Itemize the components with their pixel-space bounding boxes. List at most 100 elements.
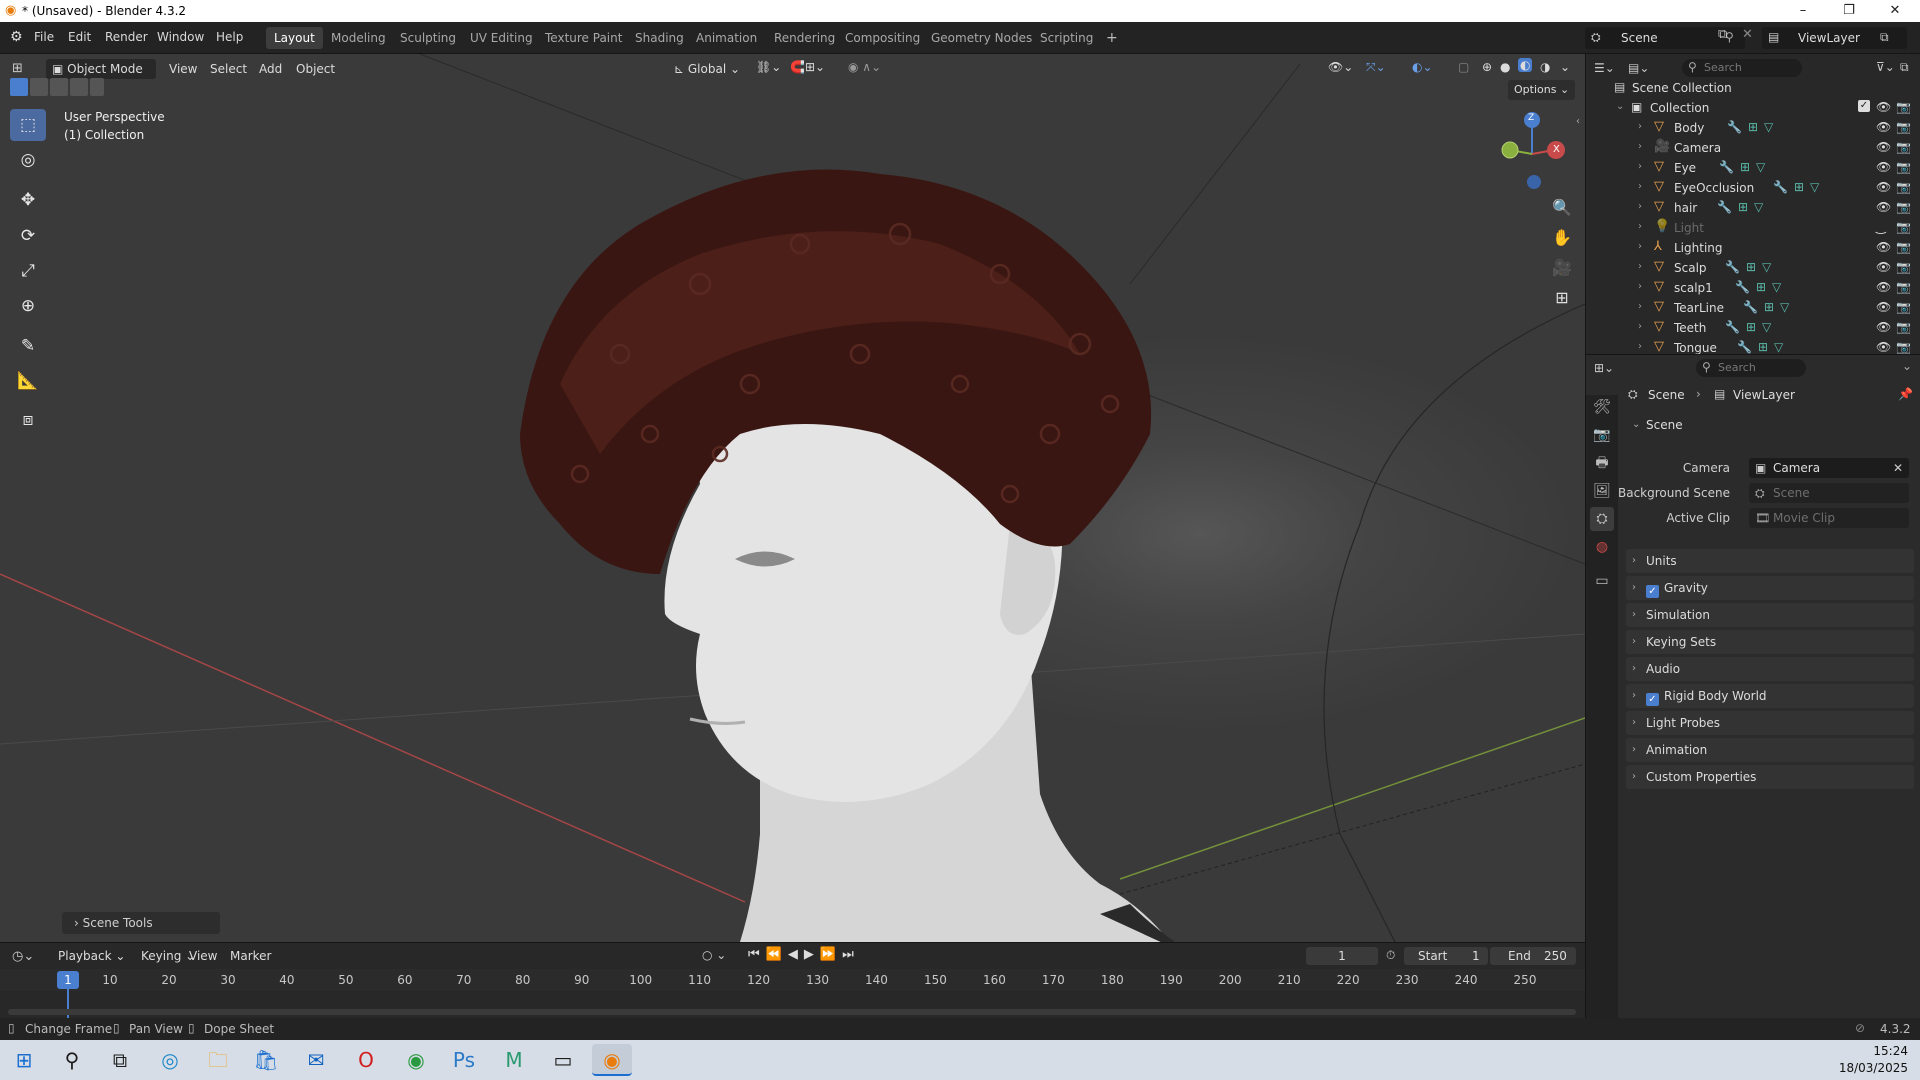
scene-tools-panel[interactable]: › Scene Tools: [62, 912, 220, 934]
outliner-row-body[interactable]: › ▽ Body 👁 📷 🔧⊞▽: [1586, 118, 1920, 138]
select-box-tool[interactable]: ⬚: [10, 109, 46, 141]
chevron-right-icon[interactable]: ›: [1638, 141, 1642, 152]
solid-shading-icon[interactable]: ●: [1500, 60, 1510, 74]
outliner-editor-icon[interactable]: ☰⌄: [1594, 61, 1615, 75]
options-dropdown[interactable]: Options ⌄: [1508, 80, 1576, 100]
scene-tab[interactable]: ⛭: [1590, 507, 1614, 531]
gizmo-toggle-icon[interactable]: ⤧⌄: [1366, 60, 1386, 75]
editor-type-icon[interactable]: ⊞: [12, 61, 23, 76]
close-button[interactable]: ✕: [1872, 0, 1918, 22]
menu-render[interactable]: Render: [105, 30, 148, 44]
perspective-toggle-button[interactable]: ⊞: [1548, 284, 1576, 312]
menu-edit[interactable]: Edit: [68, 30, 91, 44]
windows-start-button[interactable]: ⊞: [4, 1044, 44, 1076]
opera-taskbar-button[interactable]: O: [346, 1044, 386, 1076]
eye-icon[interactable]: 👁: [1876, 340, 1891, 354]
chrome-taskbar-button[interactable]: ◉: [396, 1044, 436, 1076]
modifier-icons[interactable]: 🔧⊞▽: [1773, 180, 1825, 194]
scale-tool[interactable]: ⤢: [10, 255, 46, 287]
modifier-icons[interactable]: 🔧⊞▽: [1737, 340, 1789, 354]
properties-options-icon[interactable]: ⌄: [1902, 359, 1912, 373]
outliner-row-light[interactable]: › 💡 Light ‿ 📷: [1586, 218, 1920, 238]
auto-keying-icon[interactable]: ○ ⌄: [702, 948, 726, 962]
eye-icon[interactable]: 👁: [1876, 260, 1891, 274]
modifier-icons[interactable]: 🔧⊞▽: [1743, 300, 1795, 314]
outlook-taskbar-button[interactable]: ✉: [296, 1044, 336, 1076]
eye-icon[interactable]: 👁: [1876, 320, 1891, 334]
render-camera-icon[interactable]: 📷: [1896, 320, 1911, 334]
render-camera-icon[interactable]: 📷: [1896, 200, 1911, 214]
chevron-right-icon[interactable]: ›: [1638, 341, 1642, 352]
outliner-row-hair[interactable]: › ▽ hair 👁 📷 🔧⊞▽: [1586, 198, 1920, 218]
minimize-button[interactable]: –: [1780, 0, 1826, 22]
collection-row[interactable]: ⌄ ▣ Collection ✓ 👁 📷: [1586, 98, 1920, 118]
panel-simulation[interactable]: › Simulation: [1626, 603, 1914, 627]
timeline-editor[interactable]: ◷⌄ Playback ⌄ Keying ⌄ View Marker ○ ⌄ ⏮…: [0, 942, 1585, 1031]
outliner-row-scalp1[interactable]: › ▽ scalp1 👁 📷 🔧⊞▽: [1586, 278, 1920, 298]
render-tab[interactable]: 📷: [1590, 423, 1614, 447]
eye-icon[interactable]: 👁: [1876, 180, 1891, 194]
playback-controls[interactable]: ⏮⏪◀▶⏩⏭: [748, 947, 860, 962]
active-clip-field[interactable]: 🎞 Movie Clip: [1749, 508, 1909, 528]
taskbar-search-button[interactable]: ⚲: [52, 1044, 92, 1076]
select-subtract-icon[interactable]: [50, 78, 68, 96]
blender-taskbar-button[interactable]: ◉: [592, 1044, 632, 1076]
select-intersect-icon[interactable]: [90, 78, 104, 96]
render-camera-icon[interactable]: 📷: [1896, 100, 1911, 114]
eye-icon[interactable]: 👁: [1876, 160, 1891, 174]
task-view-button[interactable]: ⧉: [100, 1044, 140, 1076]
collection-exclude-checkbox[interactable]: ✓: [1858, 100, 1870, 112]
explorer-taskbar-button[interactable]: 🗀: [198, 1044, 238, 1076]
chevron-right-icon[interactable]: ›: [1638, 241, 1642, 252]
material-shading-icon[interactable]: ◐: [1518, 58, 1533, 72]
chevron-right-icon[interactable]: ›: [1638, 261, 1642, 272]
blender-menu-icon[interactable]: ⚙: [10, 29, 23, 45]
viewport-menu-object[interactable]: Object: [296, 62, 335, 76]
properties-editor-icon[interactable]: ⊞⌄: [1594, 361, 1614, 375]
camera-field[interactable]: ▣ Camera ✕: [1749, 458, 1909, 478]
scene-panel-header[interactable]: ⌄ Scene: [1626, 413, 1916, 437]
render-camera-icon[interactable]: 📷: [1896, 180, 1911, 194]
app-taskbar-button[interactable]: ▭: [543, 1044, 583, 1076]
cursor-tool[interactable]: ◎: [10, 144, 46, 176]
overlays-toggle-icon[interactable]: ◐⌄: [1412, 60, 1433, 74]
playhead-frame-marker[interactable]: 1: [57, 971, 79, 989]
render-camera-icon[interactable]: 📷: [1896, 120, 1911, 134]
wireframe-shading-icon[interactable]: ⊕: [1482, 60, 1492, 74]
system-clock[interactable]: 15:24 18/03/2025: [1839, 1043, 1908, 1077]
modifier-icons[interactable]: 🔧⊞▽: [1717, 200, 1769, 214]
chevron-right-icon[interactable]: ›: [1638, 181, 1642, 192]
render-camera-icon[interactable]: 📷: [1896, 160, 1911, 174]
properties-editor[interactable]: ⊞⌄ ⚲ Search ⌄ 🛠 📷 🖶 🖼 ⛭ ◍ ▭ ⛭ Scene › ▤ …: [1585, 354, 1920, 1019]
render-camera-icon[interactable]: 📷: [1896, 240, 1911, 254]
eye-icon[interactable]: 👁: [1876, 300, 1891, 314]
annotate-tool[interactable]: ✎: [10, 330, 46, 362]
tab-shading[interactable]: Shading: [627, 27, 692, 49]
background-scene-field[interactable]: ⛭ Scene: [1749, 483, 1909, 503]
chevron-right-icon[interactable]: ›: [1638, 281, 1642, 292]
eye-icon[interactable]: 👁: [1876, 240, 1891, 254]
menu-window[interactable]: Window: [157, 30, 204, 44]
tab-texture-paint[interactable]: Texture Paint: [537, 27, 630, 49]
panel-audio[interactable]: › Audio: [1626, 657, 1914, 681]
sidebar-toggle-icon[interactable]: ‹: [1576, 116, 1580, 127]
visibility-icon[interactable]: 👁⌄: [1328, 60, 1353, 74]
render-camera-icon[interactable]: 📷: [1896, 260, 1911, 274]
outliner-row-eye[interactable]: › ▽ Eye 👁 📷 🔧⊞▽: [1586, 158, 1920, 178]
panel-animation[interactable]: › Animation: [1626, 738, 1914, 762]
render-camera-icon[interactable]: 📷: [1896, 300, 1911, 314]
filter-icon[interactable]: ⊽⌄: [1876, 60, 1895, 74]
tab-rendering[interactable]: Rendering: [766, 27, 843, 49]
new-viewlayer-icon[interactable]: ⧉: [1880, 30, 1889, 45]
collection-tab[interactable]: ▭: [1590, 569, 1614, 593]
3d-viewport[interactable]: ⊞ ▣ Object Mode ⌄ View Select Add Object…: [0, 54, 1585, 942]
selection-mode-buttons[interactable]: [10, 78, 104, 96]
maximize-button[interactable]: ❐: [1826, 0, 1872, 22]
outliner-row-camera[interactable]: › 🎥 Camera 👁 📷: [1586, 138, 1920, 158]
outliner-row-teeth[interactable]: › ▽ Teeth 👁 📷 🔧⊞▽: [1586, 318, 1920, 338]
tab-scripting[interactable]: Scripting: [1032, 27, 1101, 49]
render-camera-icon[interactable]: 📷: [1896, 220, 1911, 234]
render-camera-icon[interactable]: 📷: [1896, 140, 1911, 154]
viewport-menu-view[interactable]: View: [169, 62, 197, 76]
panel-keying-sets[interactable]: › Keying Sets: [1626, 630, 1914, 654]
